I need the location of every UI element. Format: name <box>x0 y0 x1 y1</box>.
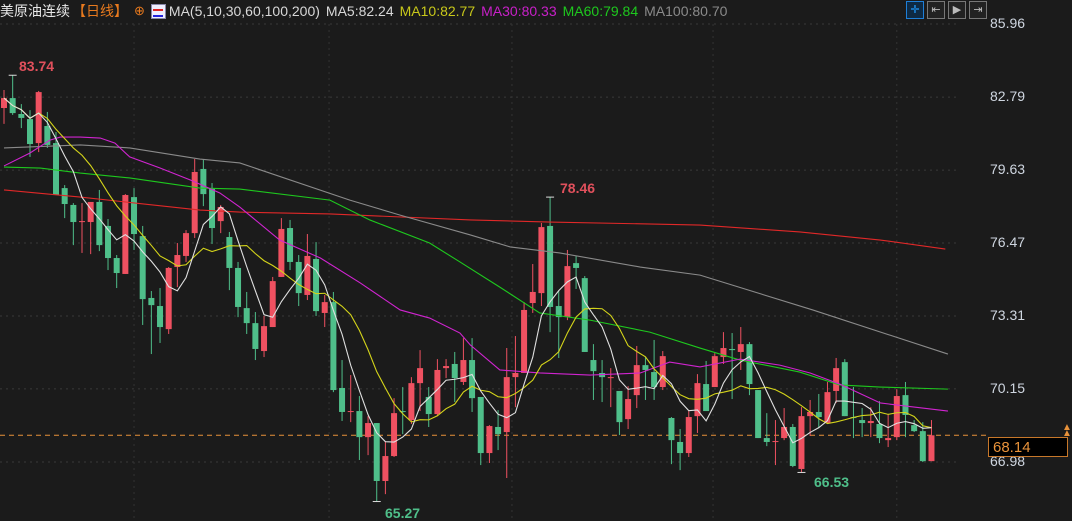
candle-body <box>772 441 779 443</box>
candle-body <box>529 291 536 304</box>
candle-body <box>417 368 424 384</box>
candle-body <box>226 237 233 268</box>
candle-body <box>313 258 320 312</box>
candle-body <box>252 323 259 349</box>
candle-body <box>408 383 415 421</box>
candle-body <box>677 441 684 454</box>
candle-body <box>477 396 484 454</box>
y-tick-label: 73.31 <box>990 306 1026 323</box>
candle-body <box>365 423 372 438</box>
candle-body <box>27 119 34 145</box>
candle-body <box>79 221 86 223</box>
candle-body <box>243 308 250 324</box>
candle-body <box>382 456 389 481</box>
y-tick-label: 79.63 <box>990 161 1026 178</box>
y-tick-label: 70.15 <box>990 379 1026 396</box>
candle-body <box>53 143 60 196</box>
candle-body <box>841 362 848 417</box>
candle-body <box>105 225 112 259</box>
candle-body <box>711 356 718 388</box>
y-tick-label: 82.79 <box>990 88 1026 105</box>
candle-body <box>443 366 450 369</box>
candle-body <box>798 416 805 469</box>
candle-body <box>261 326 268 352</box>
candle-body <box>659 356 666 388</box>
high-label-1: 83.74 <box>19 58 55 74</box>
candle-body <box>789 426 796 466</box>
candle-body <box>911 425 918 432</box>
candle-body <box>746 344 753 385</box>
candle-body <box>781 426 788 439</box>
candle-body <box>347 411 354 413</box>
last-price-label: 68.14 <box>988 437 1068 457</box>
candle-body <box>157 306 164 328</box>
low-label-2: 66.53 <box>814 474 850 490</box>
candle-body <box>538 227 545 294</box>
candle-body <box>573 263 580 268</box>
candle-body <box>183 233 190 256</box>
candle-body <box>867 420 874 424</box>
candle-body <box>928 435 935 462</box>
candle-body <box>668 417 675 441</box>
candle-body <box>269 281 276 328</box>
candle-body <box>139 236 146 300</box>
candle-body <box>633 365 640 396</box>
candle-body <box>616 390 623 423</box>
candle-body <box>460 360 467 382</box>
scroll-up-icon[interactable]: ▲ ▲ <box>1062 423 1072 439</box>
candle-body <box>451 363 458 379</box>
candle-body <box>521 309 528 373</box>
candle-body <box>607 377 614 379</box>
low-label-1: 65.27 <box>385 505 421 521</box>
candle-body <box>590 360 597 372</box>
candle-body <box>18 114 25 118</box>
candle-body <box>824 392 831 424</box>
candle-body <box>391 413 398 457</box>
candle-body <box>209 188 216 229</box>
candle-body <box>755 390 762 439</box>
candle-body <box>96 201 103 246</box>
candle-body <box>833 368 840 391</box>
candle-body <box>235 267 242 307</box>
candle-body <box>495 426 502 435</box>
candle-body <box>165 267 172 330</box>
candle-body <box>919 431 926 462</box>
candle-body <box>642 365 649 370</box>
candle-body <box>737 344 744 352</box>
candle-body <box>893 396 900 438</box>
candle-body <box>885 438 892 441</box>
candle-body <box>876 423 883 439</box>
candlestick-chart[interactable] <box>0 0 1072 521</box>
candle-body <box>564 266 571 318</box>
candle-body <box>503 377 510 433</box>
candle-body <box>815 411 822 418</box>
candle-body <box>486 426 493 454</box>
candle-body <box>200 168 207 195</box>
candle-body <box>113 258 120 274</box>
candle-body <box>35 92 42 144</box>
candle-body <box>685 417 692 454</box>
candle-body <box>859 420 866 424</box>
high-label-2: 78.46 <box>560 180 596 196</box>
candle-body <box>148 297 155 306</box>
candle-body <box>902 395 909 415</box>
candle-body <box>321 302 328 313</box>
candle-body <box>339 387 346 412</box>
candle-body <box>625 399 632 420</box>
y-tick-label: 85.96 <box>990 15 1026 31</box>
candle-body <box>512 372 519 378</box>
candle-body <box>581 278 588 352</box>
candle-body <box>547 225 554 307</box>
y-tick-label: 76.47 <box>990 234 1026 251</box>
candle-body <box>356 411 363 438</box>
candle-body <box>70 204 77 223</box>
candle-body <box>763 438 770 442</box>
candle-body <box>729 348 736 351</box>
